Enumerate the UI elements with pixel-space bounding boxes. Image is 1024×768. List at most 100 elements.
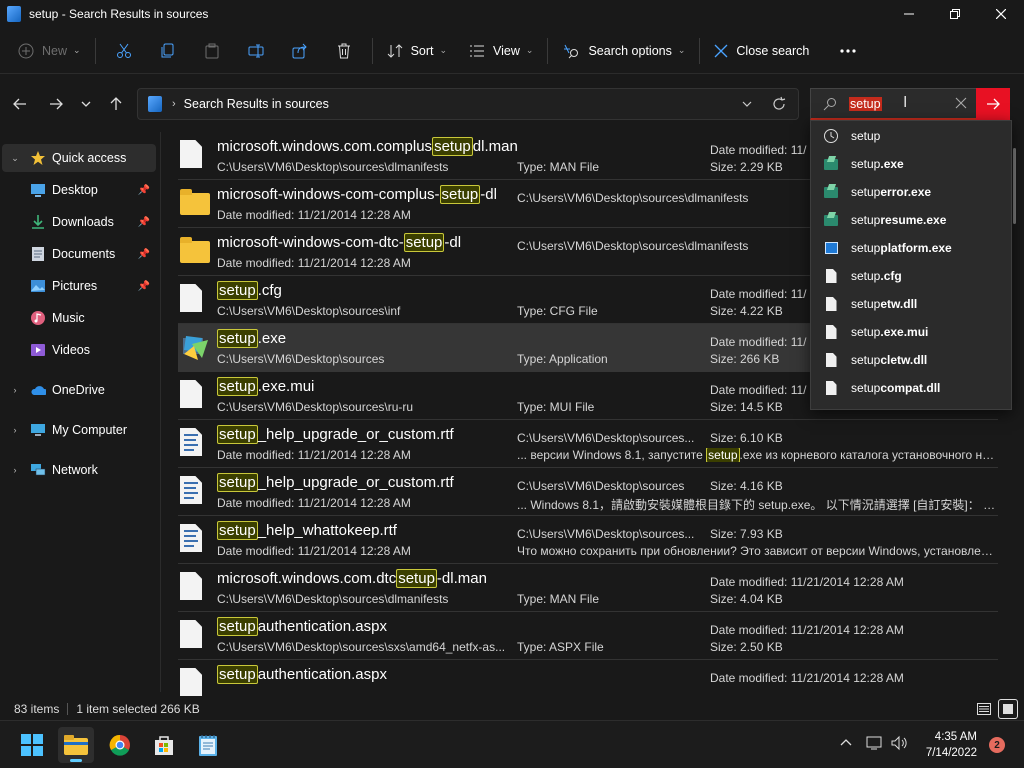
suggestion-item[interactable]: setup.exe.mui: [811, 318, 1011, 346]
rename-button[interactable]: [234, 35, 278, 67]
arrow-right-icon: [50, 98, 63, 110]
file-name: setup .cfg: [217, 281, 282, 300]
recent-locations-button[interactable]: [74, 92, 98, 116]
expand-chevron-icon[interactable]: ›: [8, 425, 22, 435]
taskbar-notepad[interactable]: [190, 727, 226, 763]
address-dropdown-button[interactable]: [742, 96, 752, 115]
search-go-button[interactable]: [976, 88, 1010, 120]
sidebar-item-pictures[interactable]: Pictures 📌: [2, 272, 156, 300]
network-status-button[interactable]: [866, 735, 884, 754]
suggestion-item[interactable]: setupplatform.exe: [811, 234, 1011, 262]
cut-button[interactable]: [102, 35, 146, 67]
paste-button[interactable]: [190, 35, 234, 67]
file-row[interactable]: setup _help_upgrade_or_custom.rtf Date mod…: [178, 420, 998, 468]
minimize-button[interactable]: [886, 0, 932, 28]
suggestion-item[interactable]: setupcletw.dll: [811, 346, 1011, 374]
refresh-button[interactable]: [772, 95, 786, 116]
taskbar-chrome[interactable]: [102, 727, 138, 763]
sort-button[interactable]: Sort ⌄: [379, 35, 455, 67]
chevron-down-icon: ⌄: [525, 45, 534, 55]
share-button[interactable]: [278, 35, 322, 67]
sidebar-item-my-computer[interactable]: › My Computer: [2, 416, 156, 444]
rtf-document-icon: [180, 476, 210, 508]
file-path: C:\Users\VM6\Desktop\sources...: [517, 527, 695, 541]
dll-file-icon: [823, 296, 839, 312]
more-options-button[interactable]: [831, 35, 865, 67]
sidebar-item-onedrive[interactable]: › OneDrive: [2, 376, 156, 404]
suggestion-item[interactable]: setup.cfg: [811, 262, 1011, 290]
suggestion-completion: .exe: [880, 157, 904, 171]
sidebar-item-desktop[interactable]: Desktop 📌: [2, 176, 156, 204]
file-row[interactable]: microsoft.windows.com.dtc setup -dl.man C:\…: [178, 564, 998, 612]
file-name: setup authentication.aspx: [217, 617, 387, 636]
restore-button[interactable]: [932, 0, 978, 28]
pin-icon: 📌: [137, 184, 150, 196]
delete-button[interactable]: [322, 35, 366, 67]
address-bar[interactable]: › Search Results in sources: [137, 88, 799, 120]
large-icons-view-button[interactable]: [998, 699, 1018, 719]
search-highlight: setup: [217, 665, 258, 684]
suggestion-completion: compat.dll: [880, 381, 941, 395]
taskbar-file-explorer[interactable]: [58, 727, 94, 763]
clear-search-button[interactable]: [955, 95, 967, 114]
vertical-scrollbar[interactable]: [1013, 148, 1016, 224]
suggestion-item[interactable]: setupresume.exe: [811, 206, 1011, 234]
sidebar-item-downloads[interactable]: Downloads 📌: [2, 208, 156, 236]
search-options-button[interactable]: Search options ⌄: [554, 35, 693, 67]
file-row[interactable]: setup _help_upgrade_or_custom.rtf Date mod…: [178, 468, 998, 516]
suggestion-item[interactable]: setupcompat.dll: [811, 374, 1011, 402]
start-button[interactable]: [14, 727, 50, 763]
forward-button[interactable]: [44, 92, 68, 116]
close-window-button[interactable]: [978, 0, 1024, 28]
volume-button[interactable]: [890, 735, 908, 754]
suggestion-item[interactable]: setuperror.exe: [811, 178, 1011, 206]
file-name-part: _help_upgrade_or_custom.rtf: [257, 474, 454, 491]
breadcrumb[interactable]: Search Results in sources: [184, 97, 329, 111]
file-row[interactable]: setup authentication.aspx Date modified: 1…: [178, 660, 998, 697]
suggestion-item[interactable]: setup: [811, 122, 1011, 150]
notification-badge[interactable]: 2: [989, 737, 1005, 753]
expand-chevron-icon[interactable]: ›: [8, 385, 22, 395]
search-box[interactable]: setup I: [810, 88, 1010, 120]
sidebar-item-videos[interactable]: Videos: [2, 336, 156, 364]
refresh-icon: [773, 96, 786, 110]
rename-icon: [248, 44, 264, 57]
file-name: microsoft-windows-com-complus-setup -dl: [217, 185, 497, 204]
sidebar-item-music[interactable]: Music: [2, 304, 156, 332]
file-date-modified: Date modified: 11/: [710, 383, 807, 397]
dll-file-icon: [823, 380, 839, 396]
clock[interactable]: 4:35 AM 7/14/2022: [926, 729, 977, 761]
details-view-button[interactable]: [974, 699, 994, 719]
search-input[interactable]: setup: [849, 96, 882, 111]
suggestion-match: setup: [851, 185, 881, 199]
back-button[interactable]: [8, 92, 32, 116]
new-button[interactable]: New ⌄: [10, 35, 89, 67]
window-title: setup - Search Results in sources: [29, 7, 209, 21]
suggestion-item[interactable]: setup.exe: [811, 150, 1011, 178]
file-name-part: -dl: [444, 234, 462, 251]
sidebar-item-quick-access[interactable]: ⌄ Quick access: [2, 144, 156, 172]
divider: [94, 37, 96, 64]
file-path: C:\Users\VM6\Desktop\sources: [517, 479, 685, 493]
close-search-button[interactable]: Close search: [706, 35, 817, 67]
sidebar-item-documents[interactable]: Documents 📌: [2, 240, 156, 268]
file-name-part: _help_whattokeep.rtf: [257, 522, 397, 539]
show-hidden-icons-button[interactable]: [840, 735, 852, 749]
search-icon: [823, 97, 836, 110]
pin-icon: 📌: [137, 280, 150, 292]
more-dots-icon: [840, 48, 856, 53]
pane-divider[interactable]: [160, 132, 161, 692]
view-button[interactable]: View ⌄: [461, 35, 541, 67]
sidebar-item-network[interactable]: › Network: [2, 456, 156, 484]
divider: [547, 37, 549, 64]
expand-chevron-icon[interactable]: ›: [8, 465, 22, 475]
copy-button[interactable]: [146, 35, 190, 67]
file-row[interactable]: setup authentication.aspx C:\Users\VM6\Des…: [178, 612, 998, 660]
expand-chevron-icon[interactable]: ⌄: [8, 153, 22, 164]
file-location: Date modified: 11/21/2014 12:28 AM: [217, 496, 411, 510]
file-row[interactable]: setup _help_whattokeep.rtf Date modified: …: [178, 516, 998, 564]
taskbar-store[interactable]: [146, 727, 182, 763]
suggestion-item[interactable]: setupetw.dll: [811, 290, 1011, 318]
file-location: Date modified: 11/21/2014 12:28 AM: [217, 256, 411, 270]
up-button[interactable]: [104, 92, 128, 116]
